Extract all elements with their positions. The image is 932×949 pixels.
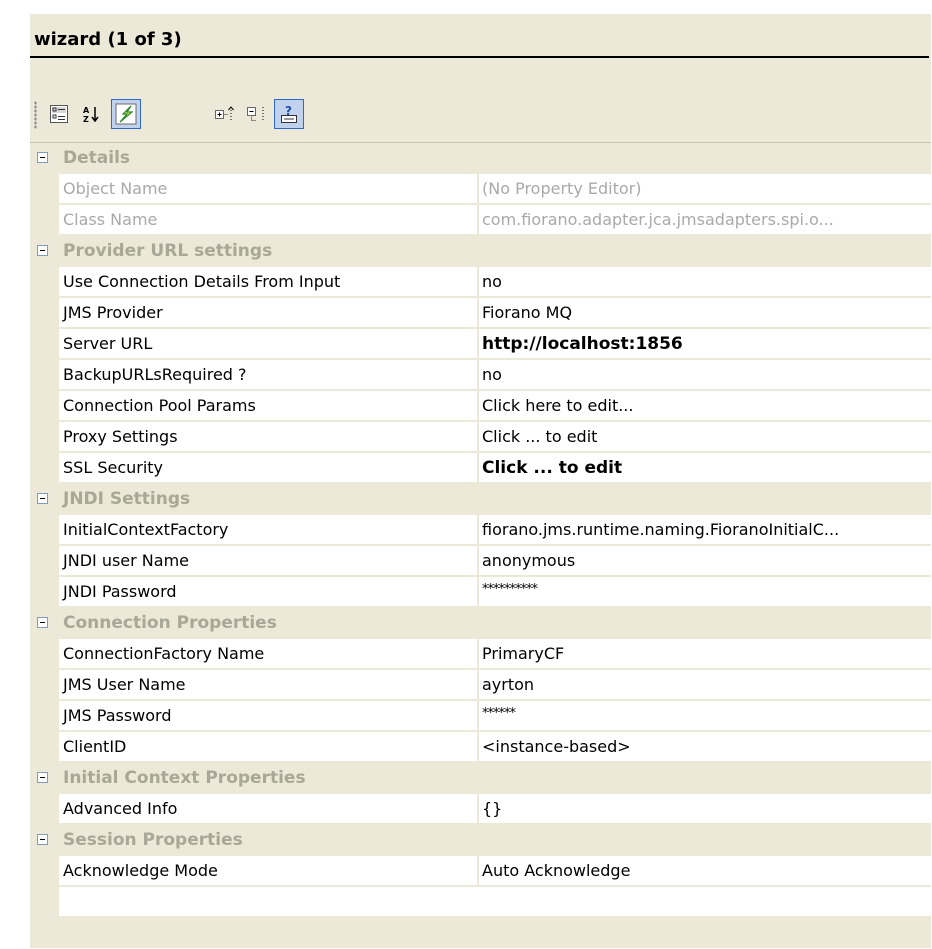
property-value: (No Property Editor) [478, 174, 931, 204]
category-label: Provider URL settings [63, 241, 273, 261]
toolbar-grip[interactable] [34, 101, 37, 129]
alphabetical-button[interactable]: A Z [76, 99, 106, 129]
property-row[interactable]: ConnectionFactory Name PrimaryCF [30, 639, 931, 670]
category-session-properties[interactable]: Session Properties [30, 825, 931, 856]
property-value[interactable]: <instance-based> [478, 732, 931, 762]
category-details[interactable]: Details [30, 143, 931, 174]
property-row[interactable]: Use Connection Details From Input no [30, 267, 931, 298]
property-name: SSL Security [59, 453, 477, 483]
property-row[interactable]: BackupURLsRequired ? no [30, 360, 931, 391]
property-value[interactable]: no [478, 360, 931, 390]
empty-row [30, 887, 931, 918]
property-row[interactable]: JMS Provider Fiorano MQ [30, 298, 931, 329]
collapse-toggle-icon[interactable] [37, 772, 48, 783]
property-name: BackupURLsRequired ? [59, 360, 477, 390]
category-label: Session Properties [63, 830, 243, 850]
property-name: Proxy Settings [59, 422, 477, 452]
property-row[interactable]: Advanced Info{} [30, 794, 931, 825]
property-row[interactable]: Proxy Settings Click ... to edit [30, 422, 931, 453]
property-name: Class Name [59, 205, 477, 235]
property-name: Advanced Info [59, 794, 477, 824]
panel-title: wizard (1 of 3) [34, 29, 182, 50]
property-row[interactable]: JMS User Name ayrton [30, 670, 931, 701]
property-value[interactable]: {} [478, 794, 931, 824]
property-value[interactable]: ********** [478, 577, 931, 607]
property-value[interactable]: Fiorano MQ [478, 298, 931, 328]
property-name: InitialContextFactory [59, 515, 477, 545]
property-name: Use Connection Details From Input [59, 267, 477, 297]
property-value[interactable]: PrimaryCF [478, 639, 931, 669]
property-row[interactable]: Object Name (No Property Editor) [30, 174, 931, 205]
categorized-icon [49, 104, 69, 124]
collapse-toggle-icon[interactable] [37, 152, 48, 163]
svg-text:Z: Z [83, 115, 89, 124]
property-row[interactable]: Acknowledge Mode Auto Acknowledge [30, 856, 931, 887]
svg-text:A: A [83, 106, 90, 115]
category-label: Initial Context Properties [63, 768, 306, 788]
property-value[interactable]: ayrton [478, 670, 931, 700]
collapse-toggle-icon[interactable] [37, 493, 48, 504]
property-name: JMS Password [59, 701, 477, 731]
property-row[interactable]: Class Name com.fiorano.adapter.jca.jmsada… [30, 205, 931, 236]
property-row[interactable]: Connection Pool Params Click here to edit… [30, 391, 931, 422]
property-row[interactable]: JMS Password ****** [30, 701, 931, 732]
property-name: JNDI Password [59, 577, 477, 607]
category-label: JNDI Settings [63, 489, 191, 509]
collapse-all-button[interactable] [242, 99, 272, 129]
category-connection-properties[interactable]: Connection Properties [30, 608, 931, 639]
property-value[interactable]: Click ... to edit [478, 453, 931, 483]
property-name: Object Name [59, 174, 477, 204]
property-row[interactable]: InitialContextFactory fiorano.jms.runtime… [30, 515, 931, 546]
property-panel: wizard (1 of 3) A Z ? Details Object Nam… [30, 14, 931, 948]
property-value: com.fiorano.adapter.jca.jmsadapters.spi.… [478, 205, 931, 235]
empty-cell [59, 887, 931, 917]
property-value[interactable]: ****** [478, 701, 931, 731]
property-value[interactable]: Click ... to edit [478, 422, 931, 452]
property-name: JMS Provider [59, 298, 477, 328]
expand-all-button[interactable] [210, 99, 240, 129]
property-name: ConnectionFactory Name [59, 639, 477, 669]
property-value[interactable]: fiorano.jms.runtime.naming.FioranoInitia… [478, 515, 931, 545]
property-value[interactable]: anonymous [478, 546, 931, 576]
property-name: ClientID [59, 732, 477, 762]
property-value[interactable]: no [478, 267, 931, 297]
property-grid: Details Object Name (No Property Editor) Cl… [30, 142, 931, 918]
category-label: Details [63, 148, 131, 168]
property-row[interactable]: JNDI user Name anonymous [30, 546, 931, 577]
help-icon: ? [278, 103, 300, 125]
property-row[interactable]: ClientID <instance-based> [30, 732, 931, 763]
collapse-all-icon [246, 104, 268, 124]
category-jndi-settings[interactable]: JNDI Settings [30, 484, 931, 515]
property-row[interactable]: Server URL http://localhost:1856 [30, 329, 931, 360]
alphabetical-sort-icon: A Z [81, 104, 101, 124]
property-value[interactable]: Auto Acknowledge [478, 856, 931, 886]
title-divider [30, 56, 929, 58]
category-initial-context-properties[interactable]: Initial Context Properties [30, 763, 931, 794]
property-row[interactable]: JNDI Password ********** [30, 577, 931, 608]
property-name: Acknowledge Mode [59, 856, 477, 886]
collapse-toggle-icon[interactable] [37, 834, 48, 845]
property-name: Server URL [59, 329, 477, 359]
expand-all-icon [214, 104, 236, 124]
category-provider-url-settings[interactable]: Provider URL settings [30, 236, 931, 267]
property-value[interactable]: Click here to edit... [478, 391, 931, 421]
property-row[interactable]: SSL Security Click ... to edit [30, 453, 931, 484]
collapse-toggle-icon[interactable] [37, 245, 48, 256]
property-name: JNDI user Name [59, 546, 477, 576]
svg-text:?: ? [285, 104, 292, 118]
property-value[interactable]: http://localhost:1856 [478, 329, 931, 359]
category-label: Connection Properties [63, 613, 277, 633]
collapse-toggle-icon[interactable] [37, 617, 48, 628]
help-button[interactable]: ? [274, 99, 304, 129]
property-name: JMS User Name [59, 670, 477, 700]
categorized-button[interactable] [44, 99, 74, 129]
lightning-icon [114, 102, 138, 126]
events-button[interactable] [111, 99, 141, 129]
property-name: Connection Pool Params [59, 391, 477, 421]
